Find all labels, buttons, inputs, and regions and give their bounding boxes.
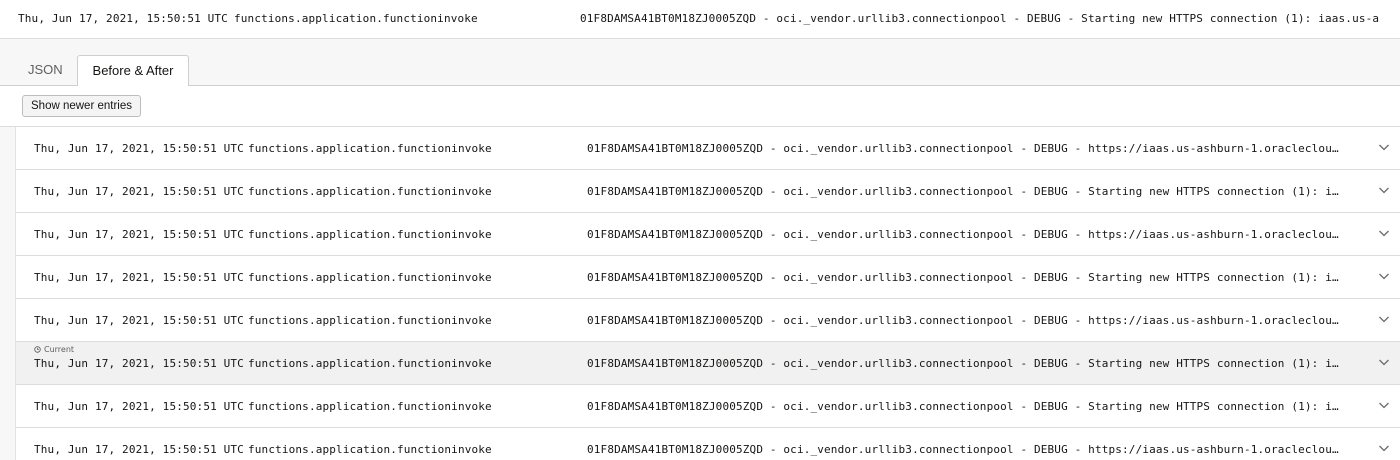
context-log-list: Thu, Jun 17, 2021, 15:50:51 UTC functions… — [15, 127, 1400, 460]
show-newer-entries-button[interactable]: Show newer entries — [22, 95, 141, 117]
entry-source: functions.application.functioninvoke — [234, 12, 478, 25]
row-message: 01F8DAMSA41BT0M18ZJ0005ZQD - oci._vendor… — [587, 271, 1342, 284]
entry-details-panel: JSON Before & After Show newer entries T… — [0, 39, 1400, 460]
row-message: 01F8DAMSA41BT0M18ZJ0005ZQD - oci._vendor… — [587, 185, 1342, 198]
row-source: functions.application.functioninvoke — [248, 400, 492, 413]
row-message: 01F8DAMSA41BT0M18ZJ0005ZQD - oci._vendor… — [587, 400, 1342, 413]
tab-before-after[interactable]: Before & After — [77, 55, 189, 87]
chevron-down-icon[interactable] — [1376, 225, 1392, 241]
tab-json[interactable]: JSON — [28, 55, 63, 85]
row-source: functions.application.functioninvoke — [248, 142, 492, 155]
log-row[interactable]: Thu, Jun 17, 2021, 15:50:51 UTC functions… — [16, 299, 1400, 342]
log-row[interactable]: Thu, Jun 17, 2021, 15:50:51 UTC functions… — [16, 213, 1400, 256]
chevron-down-icon[interactable] — [1376, 397, 1392, 413]
log-row[interactable]: Thu, Jun 17, 2021, 15:50:51 UTC functions… — [16, 127, 1400, 170]
row-timestamp: Thu, Jun 17, 2021, 15:50:51 UTC — [34, 142, 244, 155]
details-tabs: JSON Before & After — [0, 39, 1400, 87]
row-timestamp: Thu, Jun 17, 2021, 15:50:51 UTC — [34, 400, 244, 413]
row-source: functions.application.functioninvoke — [248, 271, 492, 284]
entry-message: 01F8DAMSA41BT0M18ZJ0005ZQD - oci._vendor… — [580, 12, 1380, 25]
row-source: functions.application.functioninvoke — [248, 314, 492, 327]
row-timestamp: Thu, Jun 17, 2021, 15:50:51 UTC — [34, 271, 244, 284]
row-source: functions.application.functioninvoke — [248, 185, 492, 198]
log-row-current[interactable]: Current Thu, Jun 17, 2021, 15:50:51 UTC fu… — [16, 342, 1400, 385]
expanded-log-entry-header[interactable]: Thu, Jun 17, 2021, 15:50:51 UTC function… — [0, 0, 1400, 39]
row-message: 01F8DAMSA41BT0M18ZJ0005ZQD - oci._vendor… — [587, 443, 1342, 456]
row-message: 01F8DAMSA41BT0M18ZJ0005ZQD - oci._vendor… — [587, 142, 1342, 155]
row-message: 01F8DAMSA41BT0M18ZJ0005ZQD - oci._vendor… — [587, 357, 1342, 370]
log-row[interactable]: Thu, Jun 17, 2021, 15:50:51 UTC functions… — [16, 428, 1400, 460]
row-message: 01F8DAMSA41BT0M18ZJ0005ZQD - oci._vendor… — [587, 228, 1342, 241]
log-row[interactable]: Thu, Jun 17, 2021, 15:50:51 UTC functions… — [16, 256, 1400, 299]
chevron-down-icon[interactable] — [1376, 182, 1392, 198]
current-indicator: Current — [34, 345, 74, 354]
row-timestamp: Thu, Jun 17, 2021, 15:50:51 UTC — [34, 443, 244, 456]
chevron-down-icon[interactable] — [1376, 440, 1392, 456]
entry-timestamp: Thu, Jun 17, 2021, 15:50:51 UTC — [18, 12, 228, 25]
chevron-down-icon[interactable] — [1376, 311, 1392, 327]
log-row[interactable]: Thu, Jun 17, 2021, 15:50:51 UTC functions… — [16, 170, 1400, 213]
row-timestamp: Thu, Jun 17, 2021, 15:50:51 UTC — [34, 185, 244, 198]
row-timestamp: Thu, Jun 17, 2021, 15:50:51 UTC — [34, 228, 244, 241]
clock-icon — [34, 346, 41, 353]
row-source: functions.application.functioninvoke — [248, 357, 492, 370]
row-source: functions.application.functioninvoke — [248, 228, 492, 241]
row-message: 01F8DAMSA41BT0M18ZJ0005ZQD - oci._vendor… — [587, 314, 1342, 327]
chevron-down-icon[interactable] — [1376, 139, 1392, 155]
row-source: functions.application.functioninvoke — [248, 443, 492, 456]
current-label-text: Current — [44, 345, 75, 354]
chevron-down-icon[interactable] — [1376, 268, 1392, 284]
log-row[interactable]: Thu, Jun 17, 2021, 15:50:51 UTC functions… — [16, 385, 1400, 428]
context-toolbar: Show newer entries — [0, 86, 1400, 127]
chevron-down-icon[interactable] — [1376, 354, 1392, 370]
row-timestamp: Thu, Jun 17, 2021, 15:50:51 UTC — [34, 357, 244, 370]
row-timestamp: Thu, Jun 17, 2021, 15:50:51 UTC — [34, 314, 244, 327]
